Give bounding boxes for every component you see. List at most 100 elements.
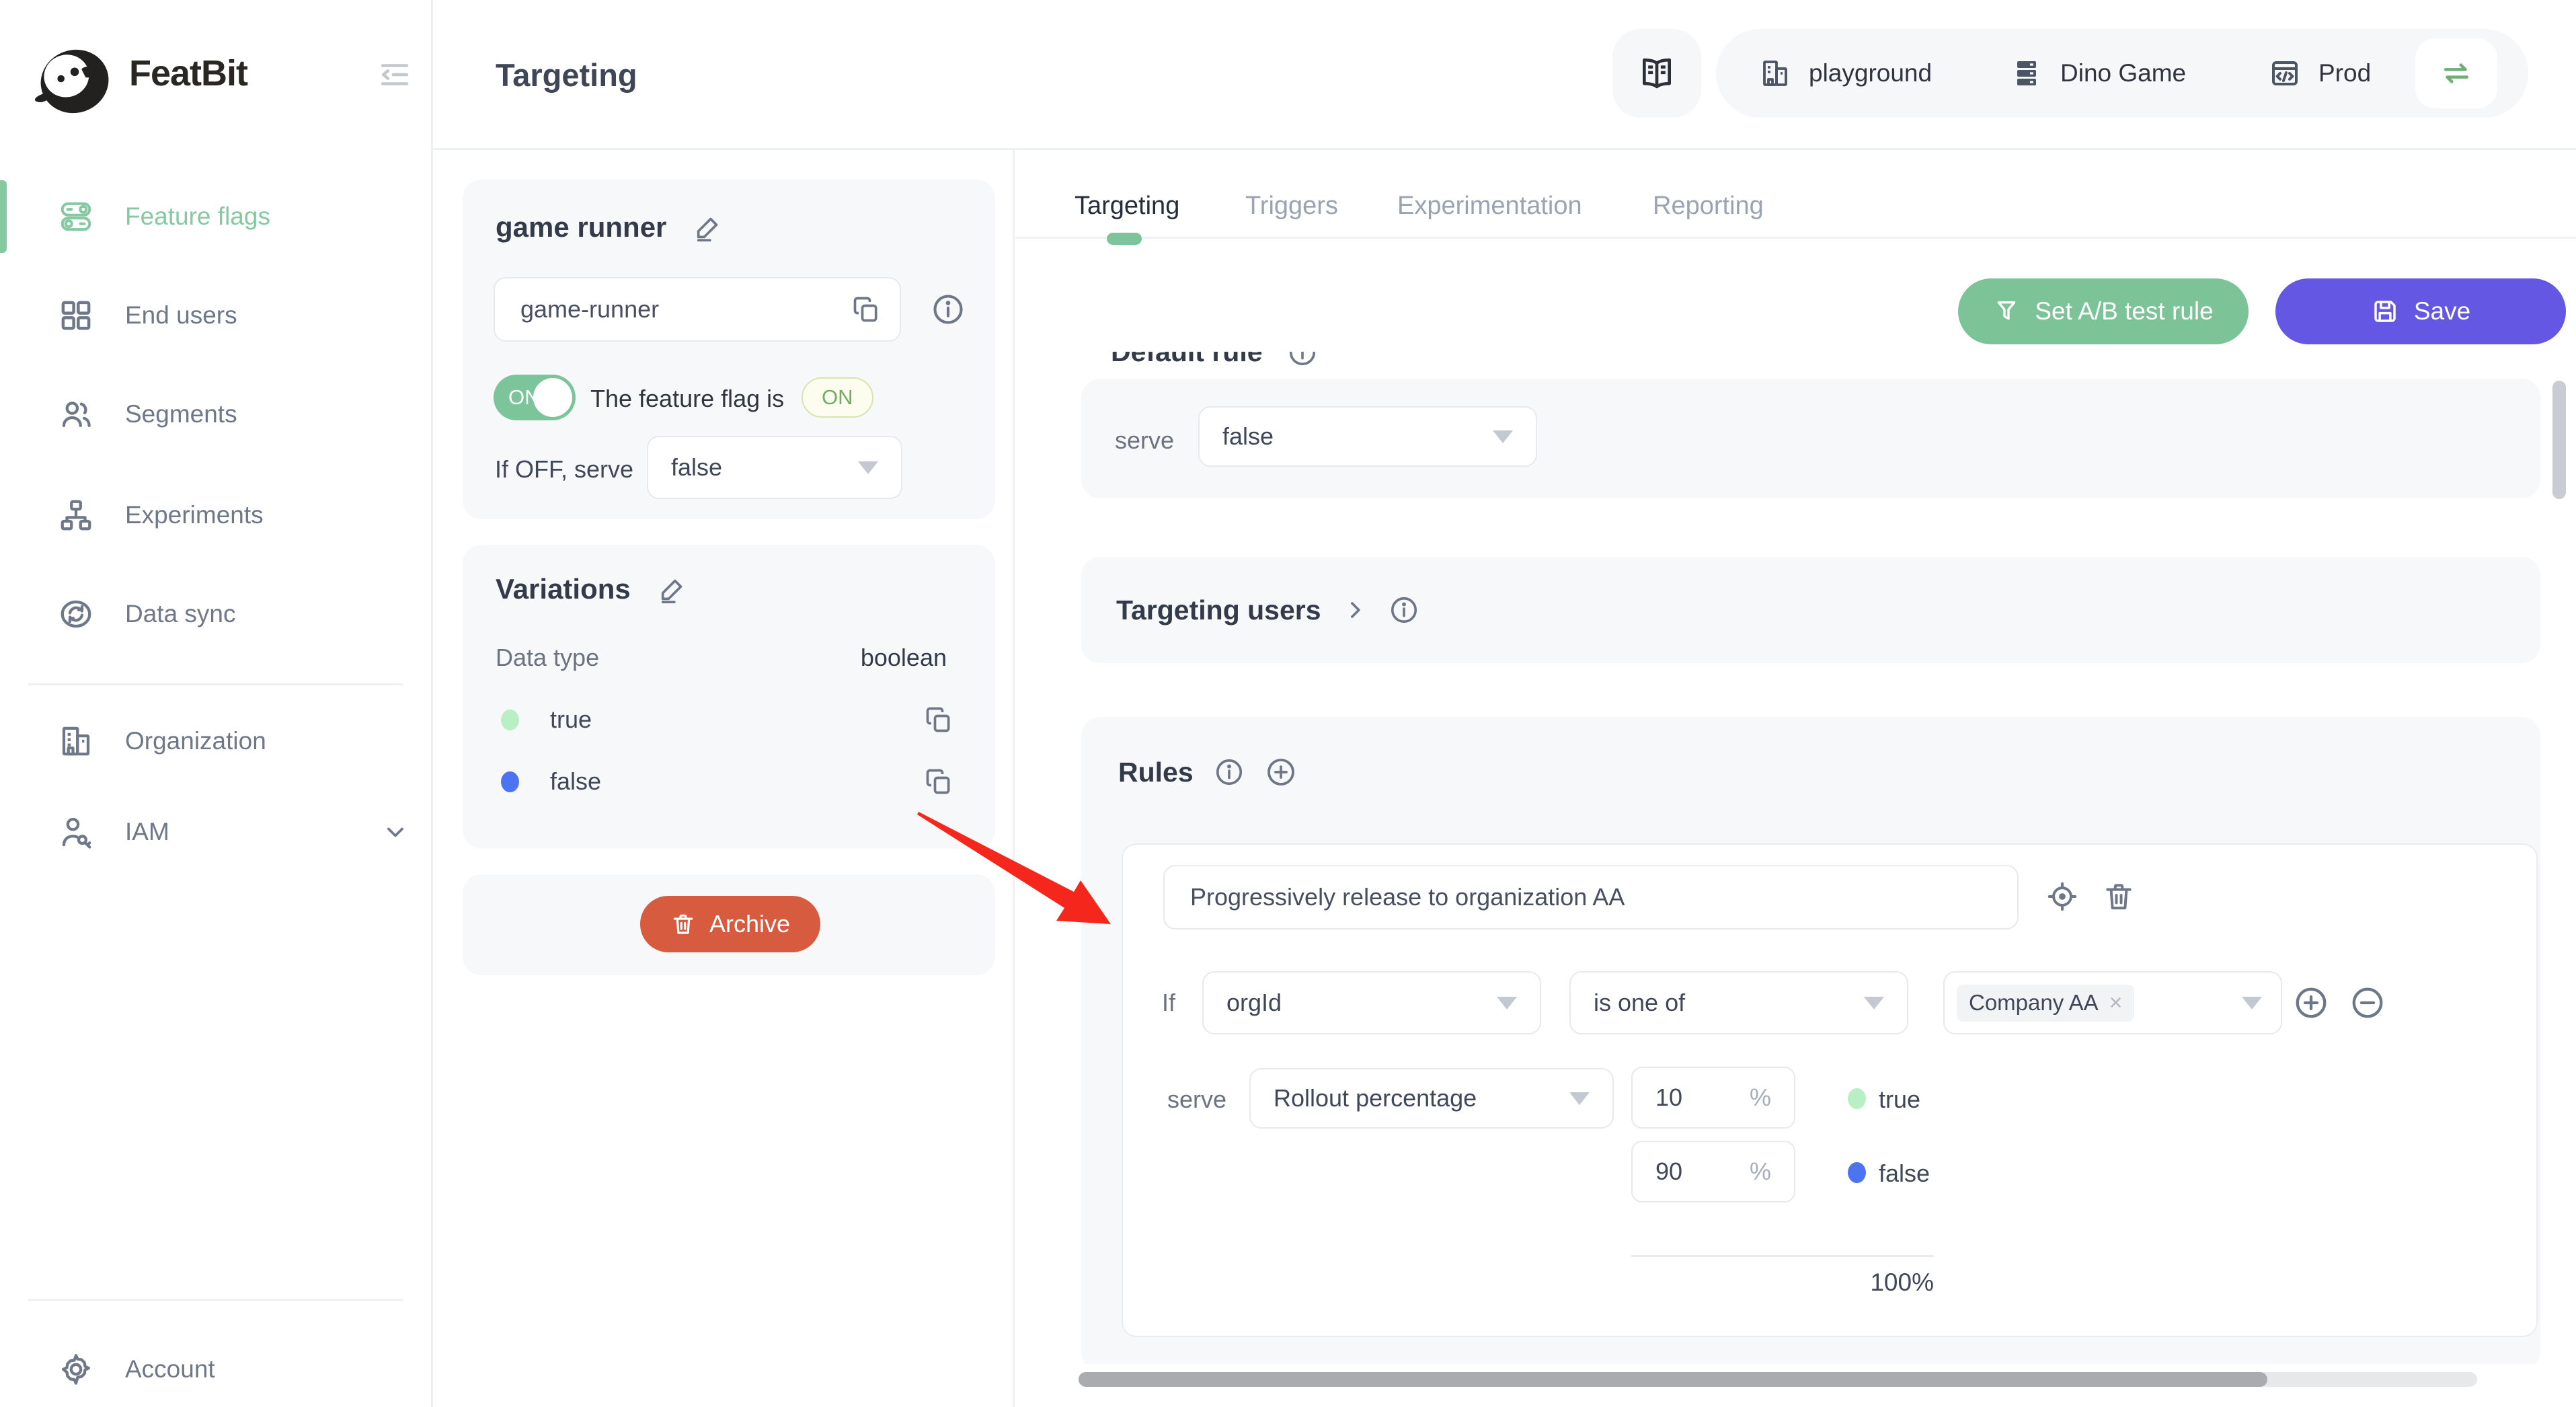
docs-button[interactable] [1612, 29, 1701, 118]
tab-targeting[interactable]: Targeting [1075, 192, 1179, 221]
toggle-knob [533, 378, 572, 417]
info-icon[interactable] [1214, 757, 1245, 788]
save-button[interactable]: Save [2275, 278, 2566, 344]
property-value: orgId [1226, 989, 1282, 1017]
flag-key-value: game-runner [520, 295, 659, 324]
edit-flag-name-icon[interactable] [693, 212, 724, 243]
chip-label: Company AA [1969, 990, 2099, 1016]
flag-key-input[interactable]: game-runner [494, 277, 901, 342]
server-stack-icon [2011, 57, 2043, 89]
targeting-users-card[interactable]: Targeting users [1081, 557, 2540, 663]
archive-label: Archive [709, 910, 790, 938]
sidebar-item-label: Feature flags [125, 202, 270, 231]
caret-down-icon [1493, 430, 1513, 443]
copy-icon[interactable] [924, 705, 953, 734]
set-ab-test-rule-button[interactable]: Set A/B test rule [1958, 278, 2249, 344]
env-group-selector[interactable]: Dino Game [2011, 29, 2186, 118]
caret-down-icon [858, 461, 878, 474]
person-key-icon [58, 814, 94, 850]
sidebar-item-segments[interactable]: Segments [0, 377, 433, 451]
horizontal-scrollbar[interactable] [1079, 1372, 2477, 1387]
save-icon [2371, 297, 2399, 326]
percent-suffix: % [1750, 1157, 1771, 1186]
rollout-percent-input[interactable]: 10 % [1631, 1067, 1795, 1129]
sidebar-item-label: Account [125, 1355, 215, 1383]
vertical-scrollbar[interactable] [2552, 381, 2566, 499]
add-condition-icon[interactable] [2293, 985, 2329, 1021]
header-divider [433, 148, 2576, 150]
book-icon [1638, 54, 1676, 92]
rollout-total-divider [1631, 1255, 1934, 1257]
info-icon[interactable] [1287, 352, 1318, 368]
chevron-down-icon[interactable] [381, 817, 410, 847]
info-icon[interactable] [931, 292, 966, 327]
people-icon [58, 396, 94, 432]
add-rule-icon[interactable] [1265, 756, 1297, 788]
sidebar-collapse-icon[interactable] [377, 56, 413, 93]
serve-type-value: Rollout percentage [1274, 1084, 1477, 1112]
tab-experimentation[interactable]: Experimentation [1397, 192, 1582, 221]
tab-reporting[interactable]: Reporting [1653, 192, 1764, 221]
target-icon[interactable] [2045, 880, 2079, 913]
sidebar-item-end-users[interactable]: End users [0, 278, 433, 352]
if-off-label: If OFF, serve [495, 455, 633, 484]
sidebar-item-account[interactable]: Account [0, 1332, 433, 1406]
off-serve-select[interactable]: false [647, 436, 902, 499]
rollout-percent-input[interactable]: 90 % [1631, 1141, 1795, 1203]
copy-icon[interactable] [851, 295, 881, 324]
tab-triggers[interactable]: Triggers [1245, 192, 1338, 221]
serve-type-select[interactable]: Rollout percentage [1249, 1068, 1614, 1129]
swap-arrows-icon [2438, 55, 2474, 91]
remove-condition-icon[interactable] [2349, 985, 2386, 1021]
env-group-name: Dino Game [2060, 59, 2186, 87]
toggles-icon [58, 198, 94, 235]
copy-icon[interactable] [924, 767, 953, 796]
targeting-scroll-area[interactable]: Default rule serve false Targeting users [1015, 352, 2576, 1364]
context-switcher: playground Dino Game Prod [1716, 29, 2528, 118]
sidebar-item-experiments[interactable]: Experiments [0, 478, 433, 552]
archive-button[interactable]: Archive [640, 896, 820, 952]
delete-rule-icon[interactable] [2102, 880, 2136, 913]
variation-row: true [501, 705, 953, 734]
remove-chip-icon[interactable]: × [2109, 990, 2123, 1016]
sidebar-item-feature-flags[interactable]: Feature flags [0, 180, 433, 254]
serve-label: serve [1115, 426, 1174, 455]
data-type-value: boolean [861, 644, 947, 672]
percent-suffix: % [1750, 1083, 1771, 1112]
default-rule-card: serve false [1081, 379, 2540, 498]
project-name: playground [1809, 59, 1932, 87]
info-icon[interactable] [1389, 595, 1419, 625]
operator-select[interactable]: is one of [1569, 971, 1908, 1034]
property-select[interactable]: orgId [1202, 971, 1541, 1034]
switch-context-button[interactable] [2415, 38, 2497, 108]
rules-title: Rules [1118, 757, 1194, 788]
grid-icon [58, 297, 94, 334]
rollout-total: 100% [1799, 1268, 1934, 1297]
project-selector[interactable]: playground [1759, 29, 1932, 118]
flag-status-text: The feature flag is [590, 385, 784, 413]
sidebar-item-label: IAM [125, 818, 169, 846]
sidebar-item-label: End users [125, 301, 237, 330]
variation-color-dot [501, 710, 519, 730]
sidebar-item-iam[interactable]: IAM [0, 795, 433, 869]
sidebar-item-organization[interactable]: Organization [0, 704, 433, 778]
default-serve-select[interactable]: false [1198, 406, 1537, 467]
flag-toggle[interactable]: ON [494, 375, 576, 420]
values-multiselect[interactable]: Company AA × [1943, 971, 2282, 1034]
rule-serve-label: serve [1167, 1086, 1226, 1114]
environment-name: Prod [2318, 59, 2371, 87]
active-tab-indicator [1107, 233, 1142, 245]
rule-item-card: Progressively release to organization AA… [1122, 843, 2538, 1337]
save-button-label: Save [2414, 297, 2470, 326]
rule-name-input[interactable]: Progressively release to organization AA [1163, 865, 2019, 929]
horizontal-scrollbar-thumb[interactable] [1079, 1372, 2267, 1387]
sidebar-item-data-sync[interactable]: Data sync [0, 577, 433, 651]
data-type-label: Data type [496, 644, 599, 672]
page-title: Targeting [496, 56, 637, 93]
rollout-variation-label: false [1879, 1159, 1930, 1188]
ab-button-label: Set A/B test rule [2035, 297, 2213, 326]
chevron-right-icon[interactable] [1341, 597, 1368, 623]
operator-value: is one of [1594, 989, 1685, 1017]
edit-variations-icon[interactable] [658, 574, 689, 605]
environment-selector[interactable]: Prod [2269, 29, 2371, 118]
